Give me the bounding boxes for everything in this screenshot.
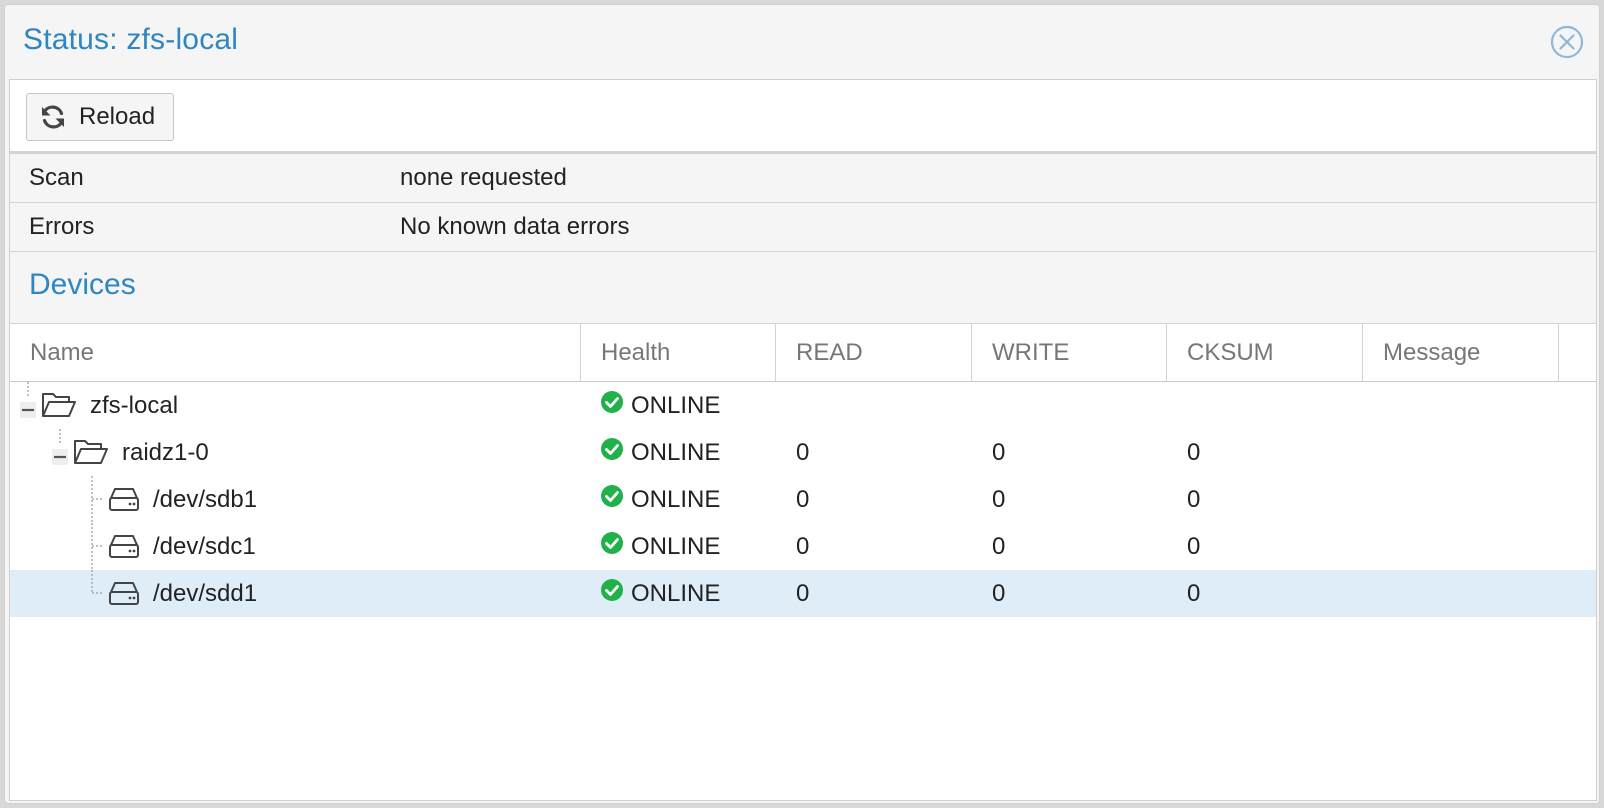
- close-icon[interactable]: [1549, 24, 1585, 60]
- folder-open-icon: [41, 390, 77, 420]
- column-header-read[interactable]: READ: [776, 324, 972, 381]
- collapse-icon[interactable]: [20, 397, 36, 418]
- collapse-icon[interactable]: [52, 444, 68, 465]
- write-cell: 0: [992, 485, 1006, 513]
- cksum-cell: 0: [1187, 532, 1201, 560]
- name-cell: /dev/sdb1: [10, 476, 581, 523]
- read-cell: 0: [796, 485, 810, 513]
- table-row[interactable]: /dev/sdc1 ONLINE 0 0 0: [10, 523, 1596, 570]
- prop-key: Errors: [29, 213, 95, 240]
- hard-drive-icon: [106, 531, 142, 561]
- prop-row-errors: Errors No known data errors: [10, 203, 1596, 252]
- cksum-cell: 0: [1187, 579, 1201, 607]
- check-circle-icon: [601, 391, 631, 420]
- column-header-health[interactable]: Health: [581, 324, 776, 381]
- read-cell: 0: [796, 438, 810, 466]
- read-cell: 0: [796, 532, 810, 560]
- write-cell: [972, 382, 1167, 429]
- device-name: zfs-local: [90, 392, 179, 419]
- device-name: /dev/sdb1: [153, 486, 258, 513]
- column-header-name[interactable]: Name: [10, 324, 581, 381]
- cksum-cell: [1167, 382, 1363, 429]
- health-status: ONLINE: [631, 438, 721, 466]
- message-cell: [1363, 523, 1559, 570]
- devices-section-header: Devices: [10, 252, 1596, 324]
- health-status: ONLINE: [631, 532, 721, 560]
- health-status: ONLINE: [631, 485, 721, 513]
- message-cell: [1363, 476, 1559, 523]
- check-circle-icon: [601, 579, 631, 608]
- status-properties: Scan none requested Errors No known data…: [10, 154, 1596, 252]
- devices-title: Devices: [29, 268, 136, 301]
- write-cell: 0: [992, 438, 1006, 466]
- reload-button[interactable]: Reload: [26, 93, 175, 141]
- tree-connector: [91, 570, 104, 594]
- message-cell: [1363, 429, 1559, 476]
- health-cell: ONLINE: [581, 570, 776, 617]
- devices-tree-grid: Name Health READ WRITE CKSUM Message zfs…: [10, 324, 1596, 800]
- folder-open-icon: [73, 437, 109, 467]
- health-cell: ONLINE: [581, 476, 776, 523]
- tree-connector: [91, 523, 104, 570]
- prop-row-scan: Scan none requested: [10, 154, 1596, 203]
- column-header-write[interactable]: WRITE: [972, 324, 1167, 381]
- table-row[interactable]: /dev/sdb1 ONLINE 0 0 0: [10, 476, 1596, 523]
- tree-connector: [91, 476, 104, 523]
- window-body: Reload Scan none requested Errors No kno…: [9, 79, 1597, 801]
- prop-key: Scan: [29, 164, 84, 191]
- prop-value: No known data errors: [400, 213, 630, 240]
- table-row[interactable]: raidz1-0 ONLINE 0 0 0: [10, 429, 1596, 476]
- name-cell: raidz1-0: [10, 429, 581, 476]
- check-circle-icon: [601, 532, 631, 561]
- hard-drive-icon: [106, 578, 142, 608]
- toolbar: Reload: [10, 80, 1596, 154]
- check-circle-icon: [601, 438, 631, 467]
- device-name: /dev/sdd1: [153, 580, 258, 607]
- message-cell: [1363, 382, 1559, 429]
- health-status: ONLINE: [631, 391, 721, 419]
- zfs-status-window: Status: zfs-local Reload Scan none reque…: [4, 4, 1600, 804]
- grid-header: Name Health READ WRITE CKSUM Message: [10, 324, 1596, 382]
- grid-rows: zfs-local ONLINE raidz1-0 ONLINE 0 0 0 /…: [10, 382, 1596, 617]
- read-cell: 0: [796, 579, 810, 607]
- window-header[interactable]: Status: zfs-local: [5, 5, 1599, 79]
- device-name: raidz1-0: [122, 439, 209, 466]
- health-cell: ONLINE: [581, 523, 776, 570]
- message-cell: [1363, 570, 1559, 617]
- name-cell: /dev/sdc1: [10, 523, 581, 570]
- write-cell: 0: [992, 532, 1006, 560]
- table-row-selected[interactable]: /dev/sdd1 ONLINE 0 0 0: [10, 570, 1596, 617]
- health-status: ONLINE: [631, 579, 721, 607]
- name-cell: /dev/sdd1: [10, 570, 581, 617]
- prop-value: none requested: [400, 164, 567, 191]
- hard-drive-icon: [106, 484, 142, 514]
- cksum-cell: 0: [1187, 485, 1201, 513]
- window-title: Status: zfs-local: [23, 23, 239, 56]
- column-header-message[interactable]: Message: [1363, 324, 1559, 381]
- health-cell: ONLINE: [581, 429, 776, 476]
- name-cell: zfs-local: [10, 382, 581, 429]
- read-cell: [776, 382, 972, 429]
- table-row[interactable]: zfs-local ONLINE: [10, 382, 1596, 429]
- cksum-cell: 0: [1187, 438, 1201, 466]
- column-header-cksum[interactable]: CKSUM: [1167, 324, 1363, 381]
- refresh-icon: [39, 103, 67, 131]
- reload-label: Reload: [79, 103, 156, 130]
- write-cell: 0: [992, 579, 1006, 607]
- health-cell: ONLINE: [581, 382, 776, 429]
- check-circle-icon: [601, 485, 631, 514]
- device-name: /dev/sdc1: [153, 533, 256, 560]
